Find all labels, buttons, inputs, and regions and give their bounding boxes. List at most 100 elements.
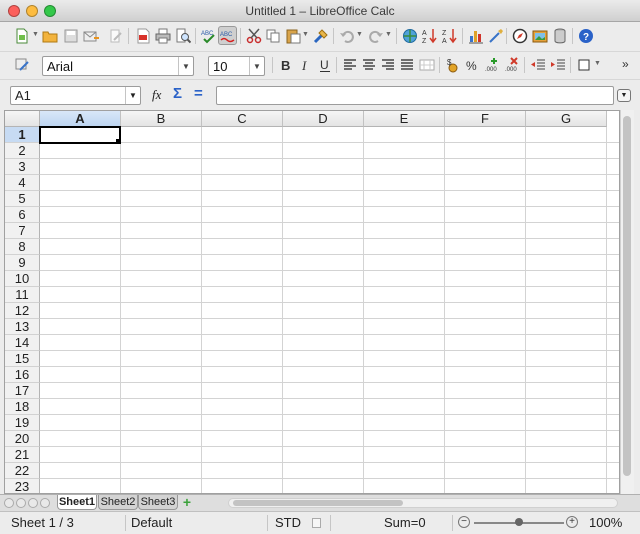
zoom-in-icon[interactable]: +	[566, 516, 578, 528]
row-header-14[interactable]: 14	[5, 335, 40, 351]
row-header-4[interactable]: 4	[5, 175, 40, 191]
data-sources-icon[interactable]	[550, 26, 569, 45]
column-header-d[interactable]: D	[283, 111, 364, 127]
row-header-8[interactable]: 8	[5, 239, 40, 255]
select-all-corner[interactable]	[5, 111, 40, 127]
percent-icon[interactable]: %	[463, 55, 482, 74]
hyperlink-icon[interactable]	[400, 26, 419, 45]
help-icon[interactable]: ?	[576, 26, 595, 45]
print-preview-icon[interactable]	[173, 26, 192, 45]
autospellcheck-icon[interactable]: ABC	[218, 26, 237, 45]
bold-icon[interactable]: B	[276, 55, 295, 74]
row-header-18[interactable]: 18	[5, 399, 40, 415]
print-icon[interactable]	[153, 26, 172, 45]
zoom-out-icon[interactable]: −	[458, 516, 470, 528]
function-wizard-icon[interactable]: fx	[152, 87, 161, 103]
justify-icon[interactable]	[397, 55, 416, 74]
row-header-5[interactable]: 5	[5, 191, 40, 207]
decrease-indent-icon[interactable]	[528, 55, 547, 74]
tab-sheet3[interactable]: Sheet3	[138, 495, 178, 510]
name-box[interactable]: A1 ▼	[10, 86, 141, 105]
row-header-13[interactable]: 13	[5, 319, 40, 335]
export-pdf-icon[interactable]	[133, 26, 152, 45]
zoom-level[interactable]: 100%	[589, 515, 622, 530]
row-header-19[interactable]: 19	[5, 415, 40, 431]
row-header-22[interactable]: 22	[5, 463, 40, 479]
first-sheet-icon[interactable]	[4, 498, 14, 508]
delete-decimal-icon[interactable]: .000	[503, 55, 522, 74]
open-folder-icon[interactable]	[40, 26, 59, 45]
row-header-9[interactable]: 9	[5, 255, 40, 271]
merge-cells-icon[interactable]	[417, 55, 436, 74]
font-name-combo[interactable]: Arial ▼	[42, 56, 194, 76]
edit-file-icon[interactable]	[106, 26, 125, 45]
row-header-12[interactable]: 12	[5, 303, 40, 319]
sort-descending-icon[interactable]: ZA	[440, 26, 459, 45]
draw-functions-icon[interactable]	[486, 26, 505, 45]
email-icon[interactable]	[81, 26, 100, 45]
spellcheck-icon[interactable]: ABC	[199, 26, 218, 45]
align-left-icon[interactable]	[340, 55, 359, 74]
row-header-1[interactable]: 1	[5, 127, 40, 143]
column-header-f[interactable]: F	[445, 111, 526, 127]
sort-ascending-icon[interactable]: AZ	[420, 26, 439, 45]
function-icon[interactable]: =	[194, 85, 203, 102]
borders-icon[interactable]	[574, 55, 593, 74]
horizontal-scrollbar[interactable]	[228, 498, 618, 508]
toolbar-overflow-icon[interactable]: »	[622, 57, 629, 71]
row-header-3[interactable]: 3	[5, 159, 40, 175]
row-header-11[interactable]: 11	[5, 287, 40, 303]
vertical-scroll-thumb[interactable]	[623, 116, 631, 476]
sum-icon[interactable]: Σ	[173, 85, 182, 102]
font-size-combo[interactable]: 10 ▼	[208, 56, 265, 76]
column-header-e[interactable]: E	[364, 111, 445, 127]
new-document-icon[interactable]	[12, 26, 31, 45]
row-header-15[interactable]: 15	[5, 351, 40, 367]
chevron-down-icon[interactable]: ▼	[249, 57, 264, 75]
align-right-icon[interactable]	[378, 55, 397, 74]
chart-icon[interactable]	[466, 26, 485, 45]
italic-icon[interactable]: I	[296, 55, 315, 74]
currency-icon[interactable]: $	[443, 55, 462, 74]
prev-sheet-icon[interactable]	[16, 498, 26, 508]
row-header-6[interactable]: 6	[5, 207, 40, 223]
horizontal-scroll-thumb[interactable]	[233, 500, 403, 506]
autofill-handle[interactable]	[116, 139, 121, 144]
tab-sheet1[interactable]: Sheet1	[57, 495, 97, 510]
page-style[interactable]: Default	[131, 515, 172, 530]
selection-mode[interactable]: STD	[275, 515, 301, 530]
zoom-slider-handle[interactable]	[515, 518, 523, 526]
undo-icon[interactable]	[337, 26, 356, 45]
row-header-23[interactable]: 23	[5, 479, 40, 493]
add-decimal-icon[interactable]: .000	[483, 55, 502, 74]
styles-icon[interactable]	[12, 55, 31, 74]
redo-icon[interactable]	[366, 26, 385, 45]
row-header-20[interactable]: 20	[5, 431, 40, 447]
expand-formula-icon[interactable]: ▼	[617, 89, 631, 102]
navigator-icon[interactable]	[510, 26, 529, 45]
align-center-icon[interactable]	[359, 55, 378, 74]
underline-icon[interactable]: U	[315, 55, 334, 74]
row-header-21[interactable]: 21	[5, 447, 40, 463]
column-header-b[interactable]: B	[121, 111, 202, 127]
row-header-10[interactable]: 10	[5, 271, 40, 287]
save-icon[interactable]	[61, 26, 80, 45]
cut-icon[interactable]	[244, 26, 263, 45]
add-sheet-icon[interactable]: +	[180, 495, 194, 509]
column-header-c[interactable]: C	[202, 111, 283, 127]
vertical-scrollbar[interactable]	[620, 110, 634, 494]
cell-cursor[interactable]	[39, 126, 121, 144]
last-sheet-icon[interactable]	[40, 498, 50, 508]
spreadsheet-grid[interactable]: ABCDEFG 1 2 3 4 5 6 7 8 9 10 11 12 13 14 15 16 17 18 19 20 2…	[4, 110, 620, 494]
row-header-2[interactable]: 2	[5, 143, 40, 159]
column-header-a[interactable]: A	[40, 111, 121, 127]
clone-formatting-icon[interactable]	[311, 26, 330, 45]
paste-icon[interactable]	[283, 26, 302, 45]
row-header-7[interactable]: 7	[5, 223, 40, 239]
increase-indent-icon[interactable]	[548, 55, 567, 74]
formula-input[interactable]	[216, 86, 614, 105]
row-header-17[interactable]: 17	[5, 383, 40, 399]
row-header-16[interactable]: 16	[5, 367, 40, 383]
next-sheet-icon[interactable]	[28, 498, 38, 508]
tab-sheet2[interactable]: Sheet2	[98, 495, 138, 510]
